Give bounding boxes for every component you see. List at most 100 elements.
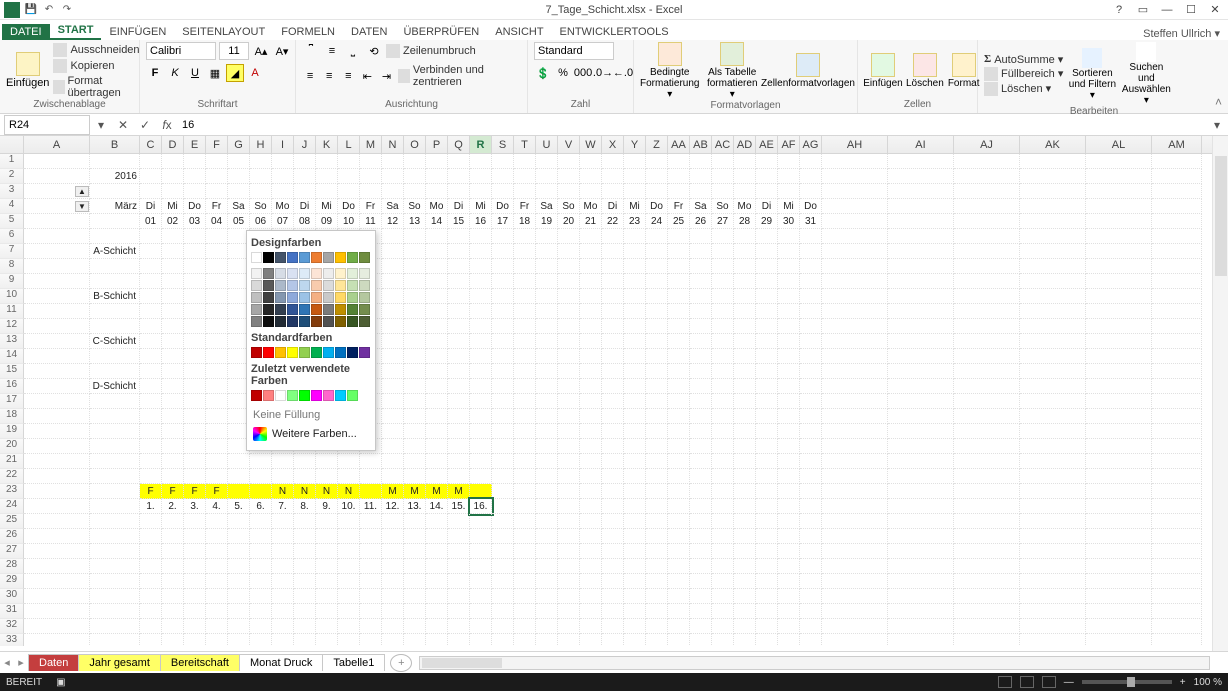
cell-O16[interactable] (404, 379, 426, 394)
sheet-tab-monat-druck[interactable]: Monat Druck (239, 654, 323, 671)
cell-V24[interactable] (558, 499, 580, 514)
cell-A30[interactable] (24, 589, 90, 604)
align-left-button[interactable]: ≡ (302, 67, 318, 85)
cell-AH32[interactable] (822, 619, 888, 634)
cell-N15[interactable] (382, 364, 404, 379)
cell-J33[interactable] (294, 634, 316, 646)
cell-AK5[interactable] (1020, 214, 1086, 229)
cell-AK24[interactable] (1020, 499, 1086, 514)
cell-P14[interactable] (426, 349, 448, 364)
cell-AM32[interactable] (1152, 619, 1202, 634)
inc-decimal-button[interactable]: .0→ (594, 64, 612, 82)
sheet-nav-next-icon[interactable]: ▸ (14, 656, 28, 669)
cell-S19[interactable] (492, 424, 514, 439)
cell-P18[interactable] (426, 409, 448, 424)
cell-AE30[interactable] (756, 589, 778, 604)
cell-AC9[interactable] (712, 274, 734, 289)
cell-D5[interactable]: 02 (162, 214, 184, 229)
cell-AA5[interactable]: 25 (668, 214, 690, 229)
cell-B13[interactable]: C-Schicht (90, 334, 140, 349)
cell-P16[interactable] (426, 379, 448, 394)
sheet-tab-jahr-gesamt[interactable]: Jahr gesamt (78, 654, 161, 671)
cell-B23[interactable] (90, 484, 140, 499)
cell-X19[interactable] (602, 424, 624, 439)
cell-C5[interactable]: 01 (140, 214, 162, 229)
cell-X1[interactable] (602, 154, 624, 169)
cell-V3[interactable] (558, 184, 580, 199)
cell-I32[interactable] (272, 619, 294, 634)
cell-Z20[interactable] (646, 439, 668, 454)
cell-AI25[interactable] (888, 514, 954, 529)
cell-AD19[interactable] (734, 424, 756, 439)
cell-F7[interactable] (206, 244, 228, 259)
cell-B9[interactable] (90, 274, 140, 289)
cell-A32[interactable] (24, 619, 90, 634)
cell-V18[interactable] (558, 409, 580, 424)
cell-AA20[interactable] (668, 439, 690, 454)
cell-AC5[interactable]: 27 (712, 214, 734, 229)
cell-W13[interactable] (580, 334, 602, 349)
cell-AL7[interactable] (1086, 244, 1152, 259)
col-header-W[interactable]: W (580, 136, 602, 153)
color-swatch[interactable] (323, 347, 334, 358)
cell-R12[interactable] (470, 319, 492, 334)
cell-AK12[interactable] (1020, 319, 1086, 334)
cell-P33[interactable] (426, 634, 448, 646)
cell-AJ23[interactable] (954, 484, 1020, 499)
cell-W8[interactable] (580, 259, 602, 274)
cell-V8[interactable] (558, 259, 580, 274)
cell-O20[interactable] (404, 439, 426, 454)
fill-color-button[interactable]: ◢ (226, 64, 244, 82)
cell-R1[interactable] (470, 154, 492, 169)
cell-AL27[interactable] (1086, 544, 1152, 559)
cell-AC6[interactable] (712, 229, 734, 244)
cell-Y17[interactable] (624, 394, 646, 409)
cell-T6[interactable] (514, 229, 536, 244)
cell-AA13[interactable] (668, 334, 690, 349)
cell-Q9[interactable] (448, 274, 470, 289)
format-cells-button[interactable]: Format (948, 53, 980, 89)
col-header-T[interactable]: T (514, 136, 536, 153)
cell-P4[interactable]: Mo (426, 199, 448, 214)
cell-F4[interactable]: Fr (206, 199, 228, 214)
cell-P2[interactable] (426, 169, 448, 184)
cell-Y31[interactable] (624, 604, 646, 619)
cell-S17[interactable] (492, 394, 514, 409)
cell-S21[interactable] (492, 454, 514, 469)
cell-AD6[interactable] (734, 229, 756, 244)
cell-F22[interactable] (206, 469, 228, 484)
cell-AH22[interactable] (822, 469, 888, 484)
cell-W31[interactable] (580, 604, 602, 619)
cell-U22[interactable] (536, 469, 558, 484)
cell-AM33[interactable] (1152, 634, 1202, 646)
cell-AH4[interactable] (822, 199, 888, 214)
cell-AC15[interactable] (712, 364, 734, 379)
cell-S25[interactable] (492, 514, 514, 529)
cell-AL32[interactable] (1086, 619, 1152, 634)
cell-W14[interactable] (580, 349, 602, 364)
cell-AB29[interactable] (690, 574, 712, 589)
color-swatch[interactable] (251, 280, 262, 291)
cell-AA17[interactable] (668, 394, 690, 409)
cell-Y21[interactable] (624, 454, 646, 469)
cell-AD33[interactable] (734, 634, 756, 646)
cell-P3[interactable] (426, 184, 448, 199)
zoom-in-button[interactable]: + (1180, 677, 1186, 688)
cell-C8[interactable] (140, 259, 162, 274)
cell-S16[interactable] (492, 379, 514, 394)
sheet-tab-tabelle1[interactable]: Tabelle1 (322, 654, 385, 671)
cell-G31[interactable] (228, 604, 250, 619)
cell-B11[interactable] (90, 304, 140, 319)
cell-AM18[interactable] (1152, 409, 1202, 424)
cell-Z24[interactable] (646, 499, 668, 514)
cell-L23[interactable]: N (338, 484, 360, 499)
cell-AL26[interactable] (1086, 529, 1152, 544)
cell-U26[interactable] (536, 529, 558, 544)
cell-X7[interactable] (602, 244, 624, 259)
cell-T1[interactable] (514, 154, 536, 169)
cell-J1[interactable] (294, 154, 316, 169)
cell-P19[interactable] (426, 424, 448, 439)
cell-A8[interactable] (24, 259, 90, 274)
cell-V9[interactable] (558, 274, 580, 289)
cell-P13[interactable] (426, 334, 448, 349)
